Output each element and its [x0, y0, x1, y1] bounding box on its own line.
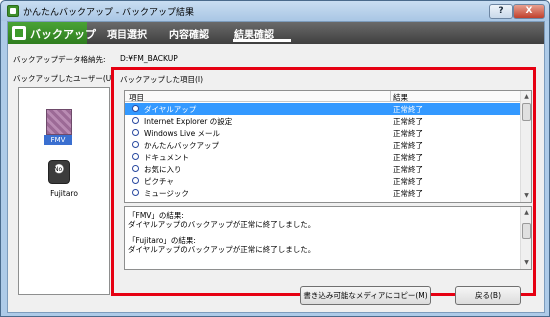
app-window: かんたんバックアップ - バックアップ結果 ? X バックアップ 項目選択 内容… [0, 0, 550, 317]
items-table[interactable]: 項目 結果 ダイヤルアップ 正常終了 Internet Explorer の設定… [124, 90, 532, 203]
scroll-up-arrow-icon[interactable]: ▲ [522, 92, 531, 102]
users-label: バックアップしたユーザー(U) [13, 74, 115, 83]
item-name: かんたんバックアップ [144, 141, 219, 150]
column-header-item[interactable]: 項目 [129, 92, 144, 103]
table-row[interactable]: Internet Explorer の設定 正常終了 [125, 115, 521, 127]
item-result: 正常終了 [393, 153, 423, 162]
back-button[interactable]: 戻る(B) [455, 286, 521, 305]
item-status-icon [132, 105, 139, 112]
table-row[interactable]: お気に入り 正常終了 [125, 163, 521, 175]
header-band: バックアップ 項目選択 内容確認 結果確認 [8, 22, 544, 44]
scroll-thumb[interactable] [522, 223, 531, 239]
column-divider[interactable] [390, 91, 391, 102]
items-scrollbar[interactable]: ▲ ▼ [520, 91, 531, 202]
detail-scrollbar[interactable]: ▲ ▼ [520, 207, 531, 269]
scroll-down-arrow-icon[interactable]: ▼ [522, 191, 531, 201]
item-name: お気に入り [144, 165, 182, 174]
fujitaro-avatar-icon[interactable]: No [48, 160, 70, 184]
logo: バックアップ [8, 22, 96, 44]
table-header: 項目 結果 [125, 91, 521, 102]
item-name: ピクチャ [144, 177, 174, 186]
user-list[interactable]: FMV No Fujitaro [18, 87, 110, 295]
item-result: 正常終了 [393, 189, 423, 198]
copy-to-media-button[interactable]: 書き込み可能なメディアにコピー(M) [300, 286, 431, 305]
logo-icon [12, 26, 26, 40]
detail-line: ダイヤルアップのバックアップが正常に終了しました。 [128, 245, 316, 254]
items-label: バックアップした項目(I) [120, 75, 204, 84]
item-result: 正常終了 [393, 105, 423, 114]
table-row[interactable]: ピクチャ 正常終了 [125, 175, 521, 187]
window-title: かんたんバックアップ - バックアップ結果 [23, 8, 194, 18]
scroll-thumb[interactable] [522, 103, 531, 121]
user-name-fujitaro[interactable]: Fujitaro [39, 189, 89, 198]
close-button[interactable]: X [513, 4, 545, 19]
item-status-icon [132, 129, 139, 136]
item-name: ミュージック [144, 189, 189, 198]
table-row[interactable]: かんたんバックアップ 正常終了 [125, 139, 521, 151]
tab-item-select: 項目選択 [107, 30, 147, 41]
item-result: 正常終了 [393, 141, 423, 150]
active-tab-indicator [233, 39, 291, 42]
logo-text: バックアップ [30, 28, 96, 41]
item-status-icon [132, 141, 139, 148]
table-row[interactable]: ダイヤルアップ 正常終了 [125, 103, 521, 115]
item-name: ドキュメント [144, 153, 189, 162]
item-name: Windows Live メール [144, 129, 221, 138]
item-status-icon [132, 165, 139, 172]
detail-line: ダイヤルアップのバックアップが正常に終了しました。 [128, 220, 316, 229]
scroll-down-arrow-icon[interactable]: ▼ [522, 258, 531, 268]
item-status-icon [132, 177, 139, 184]
item-status-icon [132, 189, 139, 196]
destination-label: バックアップデータ格納先: [13, 55, 106, 64]
user-name-fmv[interactable]: FMV [44, 135, 72, 145]
item-result: 正常終了 [393, 165, 423, 174]
table-row[interactable]: ドキュメント 正常終了 [125, 151, 521, 163]
item-result: 正常終了 [393, 117, 423, 126]
column-header-result[interactable]: 結果 [393, 92, 408, 103]
item-name: Internet Explorer の設定 [144, 117, 233, 126]
result-detail-box[interactable]: 「FMV」の結果: ダイヤルアップのバックアップが正常に終了しました。 「Fuj… [124, 206, 532, 270]
table-row[interactable]: ミュージック 正常終了 [125, 187, 521, 199]
scroll-up-arrow-icon[interactable]: ▲ [522, 208, 531, 218]
item-status-icon [132, 153, 139, 160]
fujitaro-avatar-text: No [54, 166, 63, 173]
fmv-avatar-icon[interactable] [46, 109, 72, 135]
tab-content-confirm: 内容確認 [169, 30, 209, 41]
app-icon [7, 5, 19, 17]
title-bar: かんたんバックアップ - バックアップ結果 ? X [1, 1, 549, 21]
item-result: 正常終了 [393, 177, 423, 186]
destination-value: D:¥FM_BACKUP [120, 54, 178, 63]
item-result: 正常終了 [393, 129, 423, 138]
help-button[interactable]: ? [489, 4, 513, 19]
item-name: ダイヤルアップ [144, 105, 197, 114]
table-row[interactable]: Windows Live メール 正常終了 [125, 127, 521, 139]
item-status-icon [132, 117, 139, 124]
